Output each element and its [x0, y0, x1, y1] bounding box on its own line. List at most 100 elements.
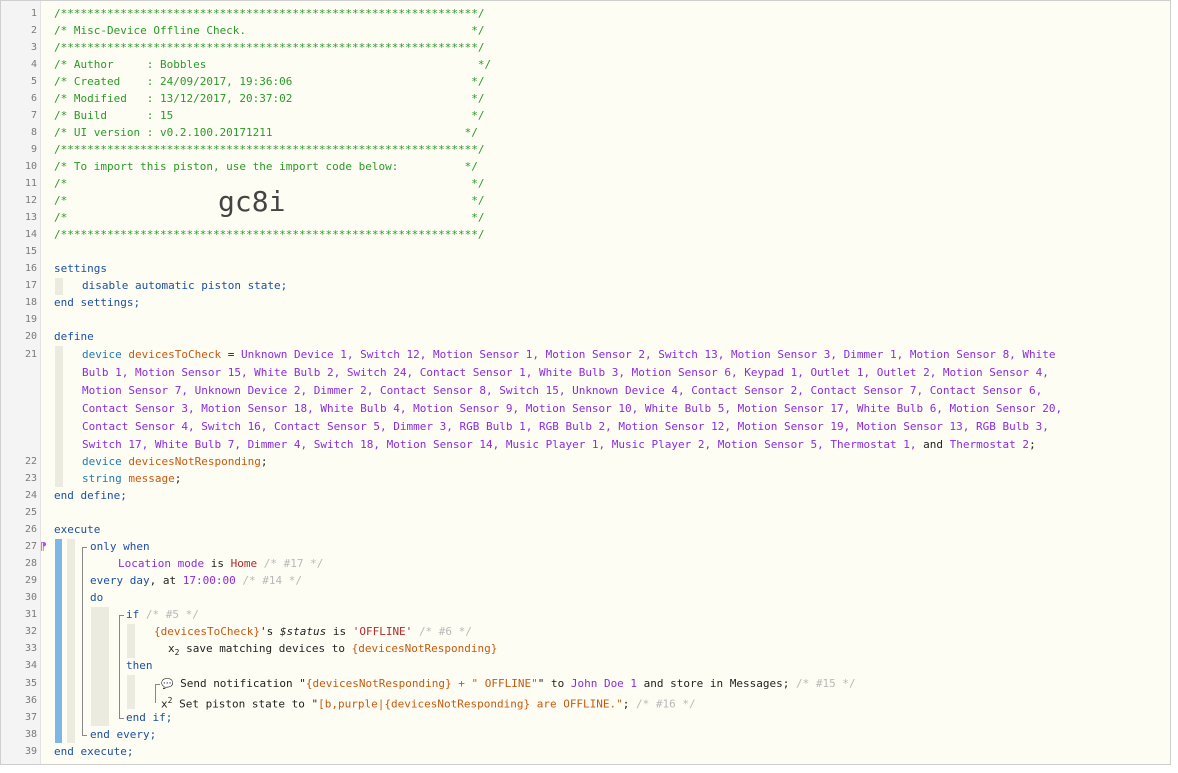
line-number: 26 — [24, 524, 37, 535]
notif-text: Send notification " — [173, 677, 306, 690]
last-device: Thermostat 2 — [949, 438, 1030, 451]
location-mode-condition[interactable]: Location mode is Home /* #17 */ — [118, 555, 323, 572]
device-list-line: Contact Sensor 4, Switch 16, Contact Sen… — [82, 420, 1049, 433]
state-text: Set piston state to " — [172, 697, 319, 711]
and-word: and — [916, 438, 950, 451]
message-declaration[interactable]: string message; — [82, 470, 181, 487]
line-number: 8 — [30, 127, 37, 138]
header-ui-version: /* UI version : v0.2.100.20171211 */ — [54, 126, 478, 139]
statement-id-comment: /* #15 */ — [796, 677, 856, 690]
device-list-line: Contact Sensor 3, Motion Sensor 18, Whit… — [82, 402, 1063, 415]
line-number: 39 — [24, 746, 37, 757]
line-number: 9 — [30, 144, 37, 155]
notif-to: " to — [537, 677, 571, 690]
end-execute-keyword: end execute; — [54, 745, 134, 758]
line-number: 36 — [24, 695, 37, 706]
line-number-gutter: 1 2 3 4 5 6 7 8 9 10 11 12 13 14 15 16 17 18 19 20 21 22 23 24 2… — [1, 1, 41, 764]
timer-time: 17:00:00 — [182, 574, 236, 587]
statement-id-comment: /* #17 */ — [263, 557, 324, 570]
possessive: 's — [259, 625, 280, 638]
if-bracket-bottom — [119, 625, 124, 719]
line-number: 25 — [24, 507, 37, 518]
device-type: device — [82, 455, 122, 468]
header-author: /* Author : Bobbles */ — [54, 58, 492, 71]
is-operator: is — [326, 625, 353, 638]
devices-not-responding-declaration[interactable]: device devicesNotResponding; — [82, 453, 267, 470]
line-number: 38 — [24, 729, 37, 740]
line-number: 4 — [30, 59, 37, 70]
line-number: 22 — [24, 456, 37, 467]
set-piston-state-statement[interactable]: x2 Set piston state to "[b,purple|{devic… — [161, 692, 696, 711]
indent-bar-do — [91, 607, 109, 726]
end-define-keyword: end define; — [54, 489, 127, 502]
indent-bar-define — [55, 346, 63, 487]
send-notification-statement[interactable]: 💬 Send notification "{devicesNotRespondi… — [161, 675, 856, 692]
line-number: 19 — [24, 314, 37, 325]
is-operator: is — [204, 557, 231, 570]
statement-id-comment: /* #5 */ — [145, 608, 199, 621]
indent-bar-then — [127, 675, 135, 709]
status-condition[interactable]: {devicesToCheck}'s $status is 'OFFLINE' … — [154, 623, 472, 640]
status-attribute: $status — [279, 625, 327, 638]
header-created: /* Created : 24/09/2017, 19:36:06 */ — [54, 75, 485, 88]
settings-keyword[interactable]: settings — [54, 260, 107, 277]
execute-keyword[interactable]: execute — [54, 521, 100, 538]
line-number: 34 — [24, 660, 37, 671]
device-list-line: Motion Sensor 7, Unknown Device 2, Dimme… — [82, 384, 1043, 397]
line-number: 21 — [24, 349, 37, 360]
every-day-timer[interactable]: every day, at 17:00:00 /* #14 */ — [90, 572, 302, 589]
statement-id-comment: /* #16 */ — [636, 697, 696, 711]
then-actions-bracket — [155, 684, 160, 703]
line-number: 6 — [30, 93, 37, 104]
line-number: 12 — [24, 195, 37, 206]
line-number: 31 — [24, 609, 37, 620]
line-number: 37 — [24, 712, 37, 723]
line-number: 28 — [24, 558, 37, 569]
save-matching-devices[interactable]: x2 save matching devices to {devicesNotR… — [168, 640, 497, 657]
end-settings-keyword: end settings; — [54, 296, 141, 309]
indent-bar-if — [127, 624, 135, 658]
define-keyword[interactable]: define — [54, 328, 94, 345]
variable-devices-to-check: devicesToCheck — [128, 348, 222, 361]
end-if-keyword: end if; — [126, 711, 173, 724]
line-number: 16 — [24, 263, 37, 274]
do-keyword: do — [90, 591, 104, 604]
statement-id-comment: /* #6 */ — [418, 625, 472, 638]
execute-block-bar — [55, 539, 62, 743]
if-keyword: if — [126, 608, 140, 621]
condition-variable: {devicesToCheck} — [154, 625, 260, 638]
settings-statement[interactable]: disable automatic piston state; — [82, 277, 287, 294]
then-keyword: then — [126, 659, 153, 672]
line-number: 33 — [24, 643, 37, 654]
pilcrow-marker: ⁋ — [40, 540, 47, 553]
header-stars: /***************************************… — [54, 41, 485, 54]
line-number: 7 — [30, 110, 37, 121]
device-list-line: Unknown Device 1, Switch 12, Motion Sens… — [240, 348, 1056, 361]
import-code[interactable]: gc8i — [218, 182, 285, 222]
line-number: 15 — [24, 246, 37, 257]
semicolon: ; — [1029, 438, 1036, 451]
string-type: string — [82, 472, 122, 485]
notif-message-expression: {devicesNotResponding} + " OFFLINE" — [305, 677, 538, 690]
mode-value: Home — [230, 557, 258, 570]
devices-to-check-declaration[interactable]: device devicesToCheck = Unknown Device 1… — [82, 346, 1056, 363]
if-statement[interactable]: if /* #5 */ — [126, 606, 199, 623]
line-number: 29 — [24, 575, 37, 586]
only-when-keyword[interactable]: only when — [90, 538, 150, 555]
header-title: /* Misc-Device Offline Check. */ — [54, 24, 485, 37]
device-list-line: Bulb 1, Motion Sensor 15, White Bulb 2, … — [82, 366, 1049, 379]
notif-store: and store in Messages; — [637, 677, 790, 690]
piston-code-editor: 1 2 3 4 5 6 7 8 9 10 11 12 13 14 15 16 17 18 19 20 21 22 23 24 2… — [0, 0, 1171, 765]
save-text: save matching devices to — [179, 642, 352, 655]
header-build: /* Build : 15 */ — [54, 109, 485, 122]
line-number: 3 — [30, 42, 37, 53]
only-when-bracket — [82, 547, 87, 568]
header-modified: /* Modified : 13/12/2017, 20:37:02 */ — [54, 92, 485, 105]
end-every-keyword: end every; — [90, 728, 157, 741]
save-x: x — [168, 642, 175, 655]
speech-bubble-icon: 💬 — [161, 679, 174, 690]
line-number: 13 — [24, 212, 37, 223]
indent-bar-every — [67, 539, 75, 743]
line-number: 30 — [24, 592, 37, 603]
semicolon: ; — [174, 472, 182, 485]
